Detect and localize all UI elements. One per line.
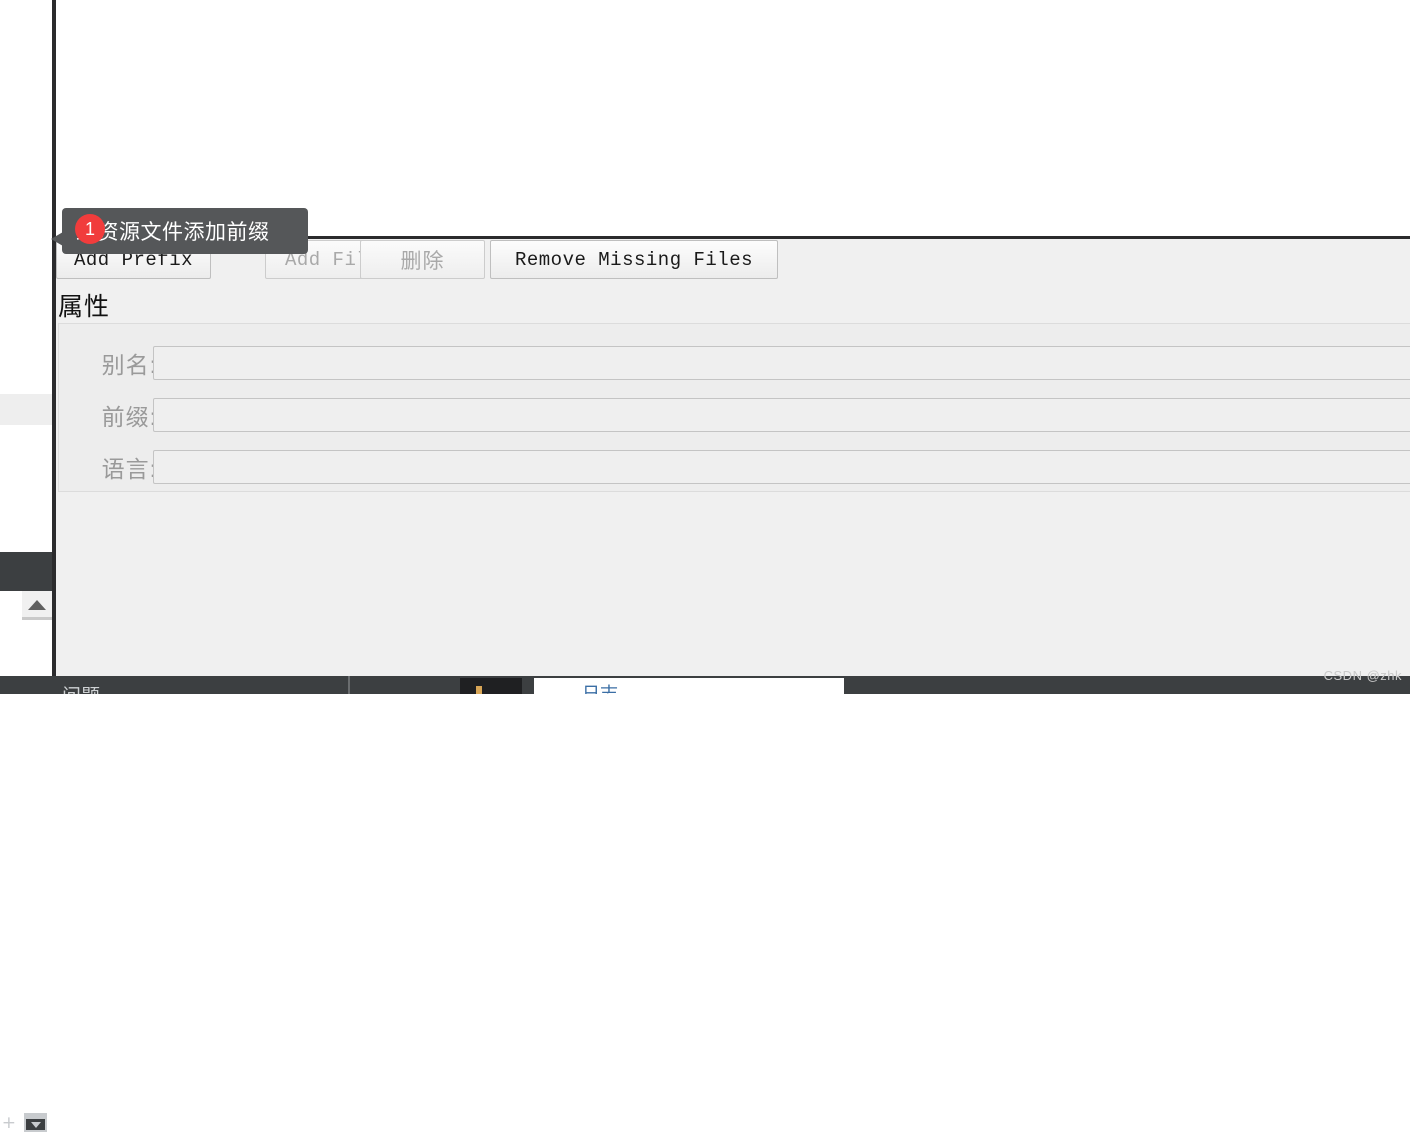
properties-title: 属性 bbox=[58, 293, 111, 321]
bottom-bar-separator bbox=[348, 676, 350, 694]
scroll-up-button[interactable] bbox=[22, 591, 52, 620]
plus-icon[interactable]: + bbox=[0, 1114, 16, 1132]
remove-missing-files-button[interactable]: Remove Missing Files bbox=[490, 240, 778, 279]
main-content-area: Add Prefix Add Files 删除 Remove Missing F… bbox=[56, 0, 1410, 694]
prefix-input[interactable] bbox=[153, 398, 1410, 432]
ide-left-rail: + bbox=[0, 0, 52, 1132]
csdn-watermark: CSDN @zhk bbox=[1323, 668, 1402, 683]
annotation-step-badge: 1 bbox=[75, 214, 105, 244]
scroll-up-arrow-icon bbox=[28, 600, 46, 610]
bottom-tab-problems[interactable]: 问题 bbox=[62, 681, 100, 694]
run-status-icon bbox=[476, 686, 482, 694]
upper-blank-region bbox=[56, 0, 1410, 236]
field-row-alias: 别名: bbox=[59, 344, 1410, 382]
properties-group-box: 别名: 前缀: 语言: bbox=[58, 323, 1410, 492]
alias-input[interactable] bbox=[153, 346, 1410, 380]
bottom-tab-active-label: 日志 bbox=[582, 684, 618, 694]
left-rail-tool-strip: + bbox=[0, 552, 52, 1132]
prefix-label: 前缀: bbox=[101, 404, 157, 430]
tooltip-text: 给资源文件添加前缀 bbox=[76, 221, 270, 244]
language-input[interactable] bbox=[153, 450, 1410, 484]
delete-button[interactable]: 删除 bbox=[360, 240, 485, 279]
field-row-language: 语言: bbox=[59, 448, 1410, 486]
tooltip-tail-icon bbox=[51, 232, 63, 246]
ide-bottom-status-bar: 问题 日志 bbox=[0, 676, 1410, 694]
bottom-tab-active[interactable] bbox=[534, 678, 844, 694]
alias-label: 别名: bbox=[101, 352, 157, 378]
properties-empty-fill bbox=[56, 495, 1410, 676]
left-rail-highlight-band bbox=[0, 394, 52, 425]
tool-window-icon[interactable] bbox=[24, 1113, 47, 1132]
field-row-prefix: 前缀: bbox=[59, 396, 1410, 434]
properties-section: 属性 别名: 前缀: 语言: bbox=[56, 285, 1410, 495]
language-label: 语言: bbox=[101, 456, 157, 482]
bottom-tab-run[interactable] bbox=[460, 678, 522, 694]
